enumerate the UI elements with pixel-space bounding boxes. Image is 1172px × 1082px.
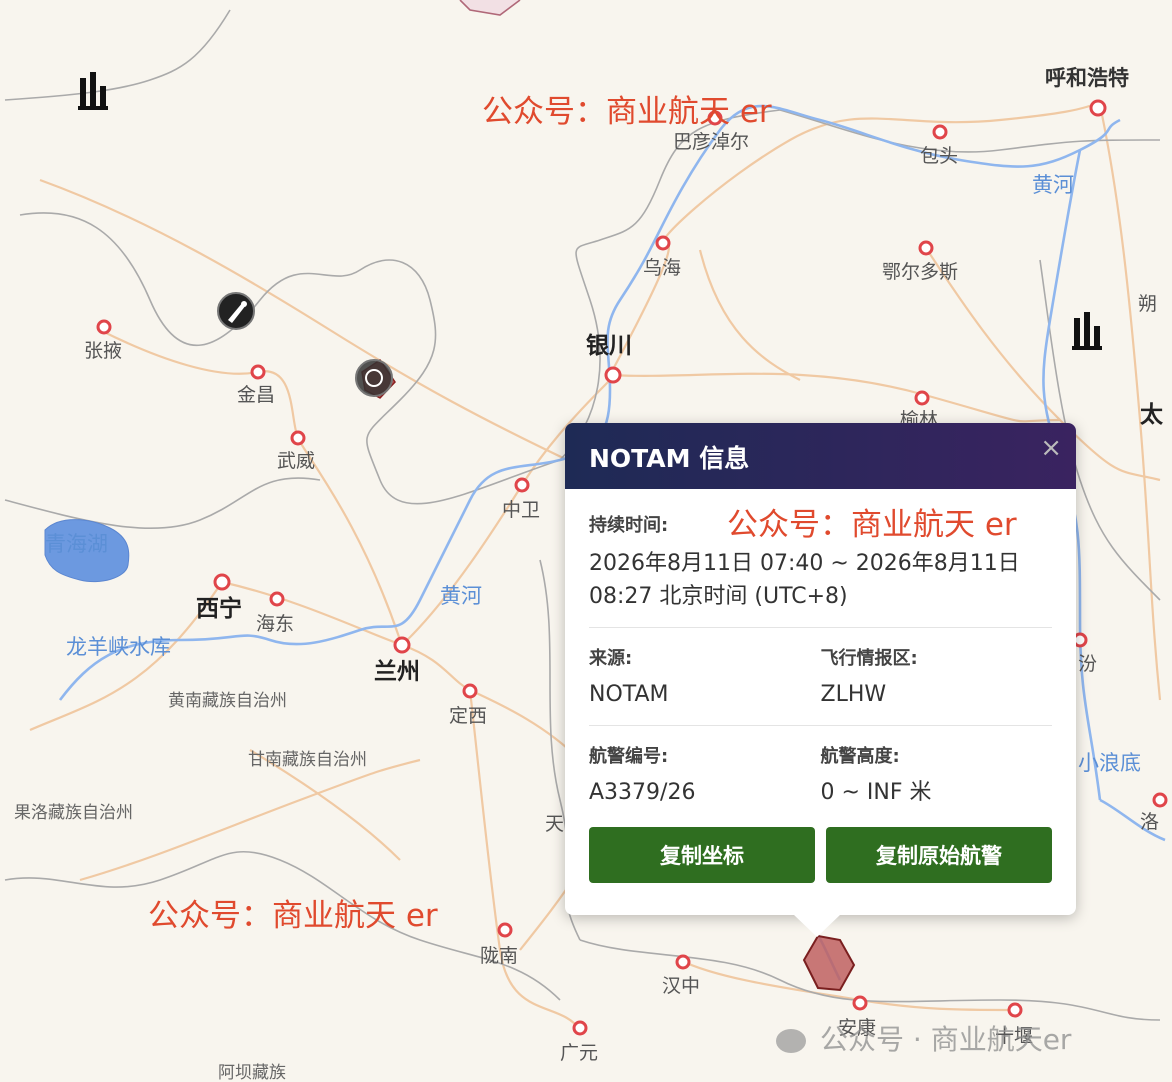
city-label-ordos: 鄂尔多斯 [882, 261, 958, 283]
popup-body: 持续时间: 2026年8月11日 07:40 ~ 2026年8月11日 08:2… [565, 489, 1076, 883]
water-label-xiaolangdi: 小浪底 [1078, 751, 1141, 775]
water-label-qinghaihu: 青海湖 [45, 532, 108, 556]
close-icon[interactable]: × [1040, 433, 1062, 463]
rocket-marker-icon[interactable] [217, 292, 255, 330]
city-label-fen: 汾 [1078, 653, 1097, 675]
notam-number-label: 航警编号: [589, 746, 669, 767]
region-label-aba: 阿坝藏族 [218, 1063, 286, 1082]
copy-raw-notam-button[interactable]: 复制原始航警 [826, 827, 1052, 883]
target-marker-icon[interactable] [355, 359, 393, 397]
city-label-hohhot: 呼和浩特 [1045, 66, 1129, 90]
city-label-jinchang: 金昌 [237, 384, 275, 406]
city-label-zhangye: 张掖 [84, 340, 122, 362]
city-label-lanzhou: 兰州 [374, 658, 420, 685]
city-label-longnan: 陇南 [480, 945, 518, 967]
watermark-text: 公众号 · 商业航天er [776, 1018, 1071, 1058]
city-label-xining: 西宁 [196, 595, 242, 622]
altitude-value: 0 ~ INF 米 [820, 780, 932, 805]
city-label-luo: 洛 [1140, 811, 1159, 833]
water-label-longyangxia: 龙羊峡水库 [66, 635, 171, 659]
city-label-guangyuan: 广元 [560, 1042, 598, 1064]
city-label-haidong: 海东 [256, 613, 294, 635]
city-label-wuhai: 乌海 [643, 257, 681, 279]
watermark-text: 公众号：商业航天 er [148, 898, 438, 934]
notam-popup: NOTAM 信息 × 持续时间: 2026年8月11日 07:40 ~ 2026… [565, 423, 1076, 937]
city-label-bayannur: 巴彦淖尔 [673, 131, 749, 153]
region-label-guoluo: 果洛藏族自治州 [14, 803, 133, 823]
popup-pointer [793, 914, 841, 937]
city-label-tian: 天 [545, 813, 564, 835]
city-label-dingxi: 定西 [449, 705, 487, 727]
copy-coordinates-button[interactable]: 复制坐标 [589, 827, 815, 883]
water-label-huanghe: 黄河 [1032, 173, 1074, 197]
source-label: 来源: [589, 648, 633, 669]
duration-value: 2026年8月11日 07:40 ~ 2026年8月11日 08:27 北京时间… [589, 551, 1020, 609]
city-label-zhongwei: 中卫 [502, 499, 540, 521]
divider [589, 627, 1052, 628]
water-label-huanghe: 黄河 [440, 584, 482, 608]
notam-number-value: A3379/26 [589, 780, 696, 805]
city-label-baotou: 包头 [920, 145, 958, 167]
city-label-wuwei: 武威 [277, 450, 315, 472]
watermark-text: 公众号：商业航天 er [482, 94, 772, 130]
watermark-label: 公众号 · 商业航天er [820, 1023, 1072, 1056]
divider [589, 725, 1052, 726]
city-label-shuo: 朔 [1138, 293, 1157, 315]
popup-header: NOTAM 信息 × [565, 423, 1076, 489]
fir-value: ZLHW [820, 682, 887, 707]
city-label-yinchuan: 银川 [586, 332, 632, 359]
popup-title: NOTAM 信息 [589, 444, 750, 473]
fir-label: 飞行情报区: [820, 648, 918, 669]
wechat-icon [776, 1029, 806, 1053]
watermark-text: 公众号：商业航天 er [727, 507, 1017, 543]
region-label-huangnan: 黄南藏族自治州 [168, 691, 287, 711]
city-label-tai: 太 [1140, 402, 1164, 428]
altitude-label: 航警高度: [820, 746, 900, 767]
city-label-hanzhong: 汉中 [662, 975, 700, 997]
region-label-gannan: 甘南藏族自治州 [248, 750, 367, 770]
source-value: NOTAM [589, 682, 669, 707]
